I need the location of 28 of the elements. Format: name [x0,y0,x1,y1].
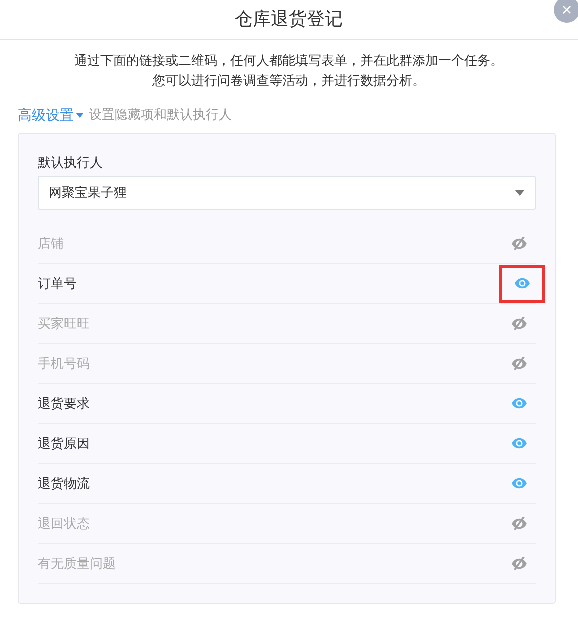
field-label: 店铺 [38,234,64,253]
field-label: 退货要求 [38,394,90,413]
field-label: 退货物流 [38,474,90,493]
advanced-settings-toggle[interactable]: 高级设置 [18,104,84,126]
field-label: 退回状态 [38,514,90,533]
field-label: 买家旺旺 [38,314,90,333]
dialog-title: 仓库退货登记 [235,8,343,31]
assignee-label: 默认执行人 [38,154,104,172]
assignee-select[interactable]: 网聚宝果子狸 [38,176,536,210]
eye-slash-icon[interactable] [512,517,527,530]
description-text: 您可以进行问卷调查等活动，并进行数据分析。 [152,72,426,90]
field-label: 订单号 [38,274,77,293]
description-text: 通过下面的链接或二维码，任何人都能填写表单，并在此群添加一个任务。 [74,52,504,70]
field-label: 手机号码 [38,354,90,373]
caret-icon [76,112,84,118]
close-button[interactable]: × [554,0,578,23]
advanced-settings-hint: 设置隐藏项和默认执行人 [89,106,232,124]
eye-slash-icon[interactable] [512,557,527,570]
eye-icon[interactable] [512,438,527,449]
eye-icon[interactable] [514,278,530,289]
eye-slash-icon[interactable] [512,237,527,250]
eye-slash-icon[interactable] [512,317,527,330]
eye-icon[interactable] [512,398,527,409]
caret-icon [515,190,525,196]
field-label: 有无质量问题 [38,554,116,573]
eye-slash-icon[interactable] [512,357,527,370]
eye-icon[interactable] [512,478,527,489]
field-label: 退货原因 [38,434,90,453]
